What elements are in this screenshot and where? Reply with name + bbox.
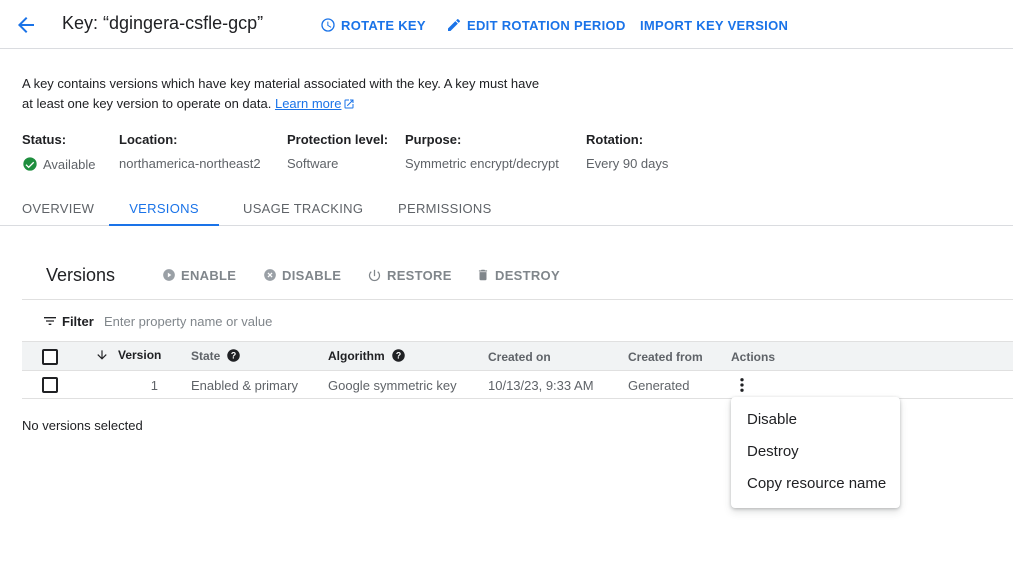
version-header-label: Version: [118, 348, 162, 362]
destroy-label: DESTROY: [495, 267, 560, 283]
versions-heading: Versions: [46, 265, 116, 285]
page-header: Key: “dgingera-csfle-gcp” ROTATE KEY EDI…: [0, 0, 1013, 49]
page-title: Key: “dgingera-csfle-gcp”: [62, 13, 264, 33]
tab-overview[interactable]: OVERVIEW: [22, 193, 94, 225]
selection-status: No versions selected: [22, 418, 143, 433]
pencil-icon: [448, 18, 461, 31]
trash-icon: [478, 269, 488, 281]
rotate-key-label: ROTATE KEY: [341, 17, 426, 33]
rotation-label: Rotation:: [586, 132, 644, 147]
created-from-cell: Generated: [628, 378, 690, 393]
destroy-button[interactable]: DESTROY: [476, 267, 560, 283]
power-icon: [368, 269, 381, 281]
purpose-value: Symmetric encrypt/decrypt: [405, 156, 559, 171]
rotate-key-button[interactable]: ROTATE KEY: [320, 16, 426, 34]
edit-rotation-period-button[interactable]: EDIT ROTATION PERIOD: [446, 16, 626, 34]
help-icon[interactable]: ?: [226, 348, 241, 363]
tab-versions[interactable]: VERSIONS: [109, 193, 219, 226]
restore-button[interactable]: RESTORE: [367, 267, 452, 283]
location-label: Location:: [119, 132, 178, 147]
state-cell: Enabled & primary: [191, 378, 298, 393]
disable-label: DISABLE: [282, 267, 342, 283]
restore-label: RESTORE: [387, 267, 452, 283]
algorithm-column-header: Algorithm ?: [328, 348, 406, 363]
clock-icon: [321, 18, 335, 32]
more-vert-icon[interactable]: [733, 376, 751, 399]
external-link-icon[interactable]: [343, 98, 355, 110]
created-on-cell: 10/13/23, 9:33 AM: [488, 378, 594, 393]
back-arrow-icon[interactable]: [14, 13, 38, 37]
row-actions-menu: Disable Destroy Copy resource name: [731, 397, 900, 508]
svg-text:?: ?: [231, 351, 236, 361]
algorithm-cell: Google symmetric key: [328, 378, 457, 393]
status-value-text: Available: [43, 156, 96, 172]
filter-icon: [44, 317, 56, 325]
enable-button[interactable]: ENABLE: [162, 267, 236, 283]
version-cell: 1: [150, 378, 158, 393]
protection-level-label: Protection level:: [287, 132, 389, 147]
filter-label: Filter: [62, 313, 94, 329]
select-all-checkbox[interactable]: [42, 349, 58, 365]
table-row: 1 Enabled & primary Google symmetric key…: [22, 370, 1013, 399]
state-header-label: State: [191, 348, 221, 363]
filter-input[interactable]: [104, 309, 504, 333]
import-key-version-label: IMPORT KEY VERSION: [640, 17, 789, 33]
learn-more-link[interactable]: Learn more: [275, 96, 341, 111]
protection-level-value: Software: [287, 156, 339, 171]
cancel-circle-icon: [264, 269, 276, 281]
tab-permissions[interactable]: PERMISSIONS: [398, 193, 491, 225]
key-description: A key contains versions which have key m…: [22, 74, 542, 114]
filter-bar: Filter: [22, 299, 1013, 341]
menu-item-copy-resource-name[interactable]: Copy resource name: [731, 468, 900, 500]
menu-item-disable[interactable]: Disable: [731, 404, 900, 436]
import-key-version-button[interactable]: IMPORT KEY VERSION: [640, 16, 788, 34]
filter-button[interactable]: Filter: [42, 313, 94, 329]
play-circle-icon: [163, 269, 175, 281]
tab-usage-tracking[interactable]: USAGE TRACKING: [243, 193, 363, 225]
check-circle-icon: [23, 157, 37, 171]
edit-rotation-period-label: EDIT ROTATION PERIOD: [467, 17, 626, 33]
algorithm-header-label: Algorithm: [328, 348, 385, 363]
state-column-header: State ?: [191, 348, 241, 363]
created-from-column-header: Created from: [628, 350, 703, 364]
enable-label: ENABLE: [181, 267, 237, 283]
help-icon[interactable]: ?: [391, 348, 406, 363]
tab-bar: OVERVIEW VERSIONS USAGE TRACKING PERMISS…: [0, 193, 1013, 226]
status-label: Status:: [22, 132, 67, 147]
status-value: Available: [22, 156, 96, 172]
created-on-column-header: Created on: [488, 350, 551, 364]
rotation-value: Every 90 days: [586, 156, 669, 171]
row-checkbox[interactable]: [42, 377, 58, 393]
arrow-down-icon: [97, 350, 107, 360]
actions-column-header: Actions: [731, 350, 776, 364]
version-column-header[interactable]: Version: [95, 348, 161, 362]
purpose-label: Purpose:: [405, 132, 462, 147]
versions-table-header: Version State ? Algorithm ? Created on C…: [22, 341, 1013, 370]
menu-item-destroy[interactable]: Destroy: [731, 436, 900, 468]
disable-button[interactable]: DISABLE: [263, 267, 341, 283]
svg-text:?: ?: [395, 351, 400, 361]
location-value: northamerica-northeast2: [119, 156, 261, 171]
